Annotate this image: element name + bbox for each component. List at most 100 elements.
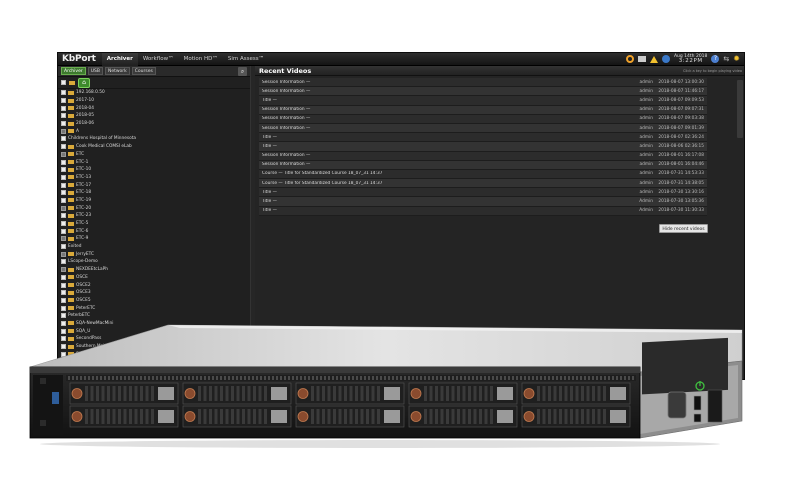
- vent-slot: [484, 376, 486, 380]
- vent-slot: [556, 376, 558, 380]
- vent-slot: [436, 376, 438, 380]
- vent-slot: [456, 376, 458, 380]
- drive-bay: [408, 405, 518, 428]
- vent-slot: [76, 376, 78, 380]
- vent-slot: [336, 376, 338, 380]
- server-left-control-panel: [33, 375, 63, 435]
- vent-slot: [160, 376, 162, 380]
- drive-bay: [295, 405, 405, 428]
- vent-slot: [452, 376, 454, 380]
- vent-slot: [592, 376, 594, 380]
- vent-slot: [588, 376, 590, 380]
- vent-slot: [576, 376, 578, 380]
- vent-slot: [168, 376, 170, 380]
- vent-slot: [580, 376, 582, 380]
- vent-slot: [360, 376, 362, 380]
- vent-slot: [416, 376, 418, 380]
- vga-port: [667, 391, 687, 419]
- vent-slot: [236, 376, 238, 380]
- vent-slot: [108, 376, 110, 380]
- vent-slot: [128, 376, 130, 380]
- vent-slot: [84, 376, 86, 380]
- vent-slot: [164, 376, 166, 380]
- server-lid: [29, 324, 743, 373]
- usb-port: [693, 395, 702, 411]
- vent-slot: [516, 376, 518, 380]
- vent-slot: [608, 376, 610, 380]
- vent-slot: [200, 376, 202, 380]
- usb-port-2: [693, 413, 702, 423]
- vent-slot: [104, 376, 106, 380]
- vent-slot: [276, 376, 278, 380]
- vent-slot: [344, 376, 346, 380]
- vent-slot: [532, 376, 534, 380]
- rack-server-image: [29, 324, 743, 448]
- vent-slot: [92, 376, 94, 380]
- vent-slot: [424, 376, 426, 380]
- vent-slot: [468, 376, 470, 380]
- server-right-control-panel: [642, 337, 728, 395]
- drive-bay: [182, 405, 292, 428]
- vent-slot: [560, 376, 562, 380]
- vent-slot: [152, 376, 154, 380]
- vent-slot: [568, 376, 570, 380]
- vent-slot: [196, 376, 198, 380]
- vent-slot: [240, 376, 242, 380]
- vent-slot: [548, 376, 550, 380]
- vent-slot: [284, 376, 286, 380]
- vent-slot: [192, 376, 194, 380]
- drive-bay: [408, 382, 518, 405]
- vent-slot: [612, 376, 614, 380]
- vent-slot: [72, 376, 74, 380]
- vent-slot: [216, 376, 218, 380]
- vent-slot: [272, 376, 274, 380]
- vent-slot: [136, 376, 138, 380]
- vent-slot: [256, 376, 258, 380]
- vent-slot: [176, 376, 178, 380]
- vent-slot: [328, 376, 330, 380]
- vent-slot: [132, 376, 134, 380]
- vent-slot: [300, 376, 302, 380]
- drive-bay: [69, 405, 179, 428]
- vent-slot: [428, 376, 430, 380]
- vent-slot: [100, 376, 102, 380]
- drive-bay: [295, 382, 405, 405]
- vent-slot: [376, 376, 378, 380]
- vent-slot: [260, 376, 262, 380]
- server-status-led: [52, 392, 59, 404]
- vent-slot: [364, 376, 366, 380]
- vent-slot: [460, 376, 462, 380]
- vent-slot: [524, 376, 526, 380]
- vent-slot: [116, 376, 118, 380]
- vent-slot: [620, 376, 622, 380]
- vent-slot: [504, 376, 506, 380]
- vent-slot: [292, 376, 294, 380]
- vent-slot: [448, 376, 450, 380]
- vent-slot: [80, 376, 82, 380]
- vent-slot: [472, 376, 474, 380]
- vent-slot: [228, 376, 230, 380]
- vent-slot: [408, 376, 410, 380]
- vent-slot: [392, 376, 394, 380]
- vent-slot: [480, 376, 482, 380]
- vent-slot: [528, 376, 530, 380]
- vent-slot: [396, 376, 398, 380]
- vent-slot: [492, 376, 494, 380]
- vent-slot: [172, 376, 174, 380]
- vent-slot: [204, 376, 206, 380]
- vent-slot: [400, 376, 402, 380]
- vent-slot: [280, 376, 282, 380]
- vent-slot: [404, 376, 406, 380]
- vent-slot: [212, 376, 214, 380]
- vent-slot: [624, 376, 626, 380]
- vent-slot: [412, 376, 414, 380]
- vent-slot: [536, 376, 538, 380]
- vent-slot: [220, 376, 222, 380]
- vent-slot: [616, 376, 618, 380]
- vent-slot: [252, 376, 254, 380]
- vent-slot: [348, 376, 350, 380]
- vent-slot: [380, 376, 382, 380]
- vent-slot: [356, 376, 358, 380]
- vent-slot: [188, 376, 190, 380]
- vent-slot: [520, 376, 522, 380]
